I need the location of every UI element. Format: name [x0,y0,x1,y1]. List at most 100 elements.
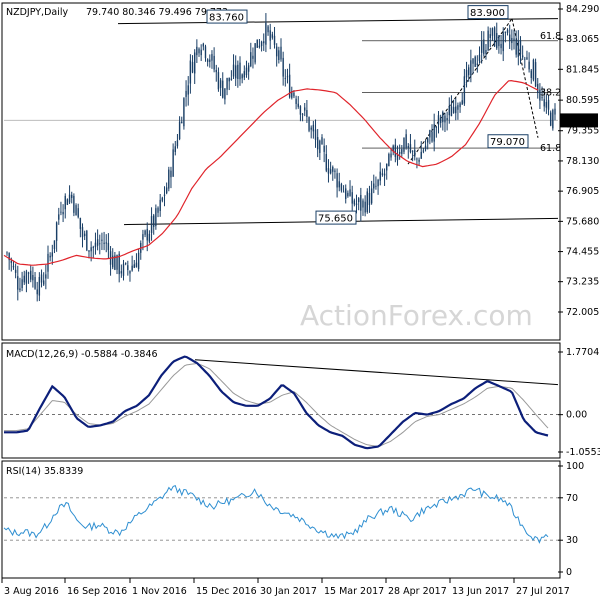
candle-body [25,271,28,284]
candle-body [532,59,535,80]
candle-body [131,265,133,271]
candle-body [472,58,474,64]
macd-y-axis: 1.7704 0.00 -1.0553 [558,347,600,458]
candle-body [165,187,168,194]
candle-body [329,169,332,174]
candle-body [243,71,246,78]
candle-body [316,137,319,150]
price-y-tick-label: 73.235 [566,277,599,288]
x-tick-label: 27 Jul 2017 [516,586,570,597]
candle-body [489,34,491,39]
candle-body [68,194,71,203]
candle-body [252,55,254,59]
candle-body [127,265,129,270]
x-tick-label: 16 Sep 2016 [67,586,127,597]
candle-body [427,138,429,143]
candle-body [228,77,230,82]
candle-body [334,170,336,172]
candle-body [83,233,86,237]
macd-panel-label: MACD(12,26,9) -0.5884 -0.3846 [6,349,158,360]
candle-body [271,34,274,38]
candle-body [30,270,32,280]
price-y-tick-label: 81.845 [566,64,599,75]
candle-body [403,137,405,152]
candle-body [327,168,330,174]
candle-body [124,263,127,265]
candle-body [62,211,64,215]
watermark: ActionForex.com [300,299,533,332]
candle-body [321,137,323,145]
candle-body [187,85,189,95]
candle-body [278,50,280,61]
candle-body [142,234,144,240]
candle-body [161,197,164,201]
candle-body [362,200,364,208]
candle-body [226,78,228,90]
candle-body [493,27,496,47]
candle-body [153,215,155,227]
candle-body [71,194,73,198]
candle-body [198,48,200,54]
candle-body [269,30,271,41]
candle-body [543,99,545,107]
candle-body [232,64,235,77]
candle-body [155,208,157,227]
candle-body [176,140,179,147]
candle-body [353,200,356,205]
candle-body [120,271,123,274]
candle-body [524,58,526,60]
candle-body [129,270,131,274]
candle-body [347,192,349,197]
x-tick-label: 30 Jan 2017 [260,586,317,597]
candle-body [247,65,250,72]
candle-body [534,62,537,87]
candle-body [431,131,433,142]
candle-body [530,70,532,78]
candle-body [360,194,362,211]
candle-body [224,88,226,100]
candle-body [513,38,515,41]
candle-body [511,37,513,44]
candle-body [304,107,306,111]
rsi-y-tick-label: 0 [566,567,572,578]
candle-body [500,43,502,49]
candle-body [58,214,60,220]
candle-body [306,110,308,118]
candle-body [345,188,347,199]
candle-body [174,146,176,152]
candle-body [75,205,77,216]
candle-body [217,72,220,90]
candle-body [194,52,196,74]
candle-body [401,149,403,154]
candle-body [209,59,211,62]
price-y-tick-label: 78.130 [566,156,599,167]
candle-body [414,149,416,157]
candle-body [286,76,289,78]
candle-body [96,239,99,246]
candle-body [424,145,427,150]
x-tick-label: 15 Dec 2016 [196,586,257,597]
candle-body [178,121,181,140]
price-y-tick-label: 76.905 [566,186,599,197]
candle-body [554,108,556,115]
x-tick-label: 13 Jun 2017 [452,586,509,597]
candle-body [47,253,49,272]
candle-body [17,276,19,290]
candle-body [267,26,269,33]
candle-body [250,52,252,67]
rsi-y-tick-label: 70 [566,493,578,504]
candle-body [314,129,317,140]
candle-body [215,69,217,73]
candle-body [280,46,282,60]
candle-body [53,240,56,250]
x-axis: 3 Aug 2016 16 Sep 2016 1 Nov 2016 15 Dec 20… [1,578,570,597]
candle-body [437,115,440,125]
x-tick-label: 1 Nov 2016 [132,586,187,597]
candle-body [230,78,233,80]
fib-61-lower-label: 61.8 [540,143,561,154]
candle-body [487,30,489,51]
candle-body [457,105,459,110]
candle-body [256,39,258,48]
candle-body [105,242,107,244]
candle-body [368,192,371,206]
